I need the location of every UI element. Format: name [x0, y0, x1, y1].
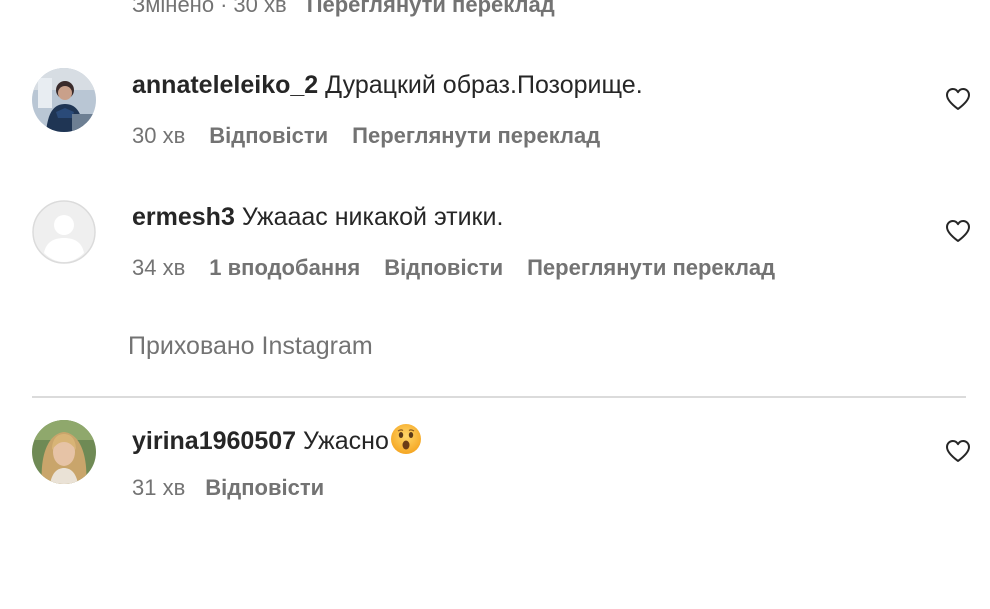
heart-outline-icon[interactable] — [945, 87, 971, 111]
comment-text: Ужасно — [302, 427, 389, 455]
comment-actions: 34 хв 1 вподобання Відповісти Переглянути п… — [132, 255, 799, 281]
likes-count[interactable]: 1 вподобання — [209, 255, 360, 280]
reply-button[interactable]: Відповісти — [205, 475, 324, 500]
astonished-face-emoji-icon — [390, 423, 422, 462]
comment-text-line: annateleleiko_2 Дурацкий образ.Позорище. — [132, 71, 643, 100]
comment-actions: 31 хв Відповісти — [132, 475, 348, 501]
comment-text-line: yirina1960507 Ужасно — [132, 423, 422, 462]
reply-button[interactable]: Відповісти — [384, 255, 503, 280]
comment-time[interactable]: 34 хв — [132, 255, 185, 280]
comment-text: Ужааас никакой этики. — [241, 203, 504, 231]
avatar[interactable] — [32, 200, 96, 264]
reply-button[interactable]: Відповісти — [209, 123, 328, 148]
separator: · — [220, 0, 228, 17]
divider — [32, 396, 966, 398]
comment-time[interactable]: 30 хв — [132, 123, 185, 148]
hidden-by-instagram-notice[interactable]: Приховано Instagram — [128, 332, 373, 361]
comment-text-line: ermesh3 Ужааас никакой этики. — [132, 203, 503, 232]
previous-comment-meta: Змінено · 30 хв Переглянути переклад — [132, 0, 555, 18]
edited-label: Змінено — [132, 0, 215, 17]
avatar[interactable] — [32, 68, 96, 132]
heart-outline-icon[interactable] — [945, 439, 971, 463]
comment-time: 30 хв — [233, 0, 287, 17]
view-translation-link[interactable]: Переглянути переклад — [352, 123, 600, 148]
user-photo-avatar — [32, 420, 96, 484]
view-translation-link[interactable]: Переглянути переклад — [307, 0, 555, 17]
avatar[interactable] — [32, 420, 96, 484]
comment-actions: 30 хв Відповісти Переглянути переклад — [132, 123, 624, 149]
comment-username[interactable]: annateleleiko_2 — [132, 71, 318, 99]
user-photo-avatar — [32, 68, 96, 132]
default-avatar-icon — [32, 200, 96, 264]
comment-time[interactable]: 31 хв — [132, 475, 185, 500]
comment-username[interactable]: yirina1960507 — [132, 427, 296, 455]
comment-username[interactable]: ermesh3 — [132, 203, 235, 231]
comment-text: Дурацкий образ.Позорище. — [325, 71, 643, 99]
view-translation-link[interactable]: Переглянути переклад — [527, 255, 775, 280]
heart-outline-icon[interactable] — [945, 219, 971, 243]
